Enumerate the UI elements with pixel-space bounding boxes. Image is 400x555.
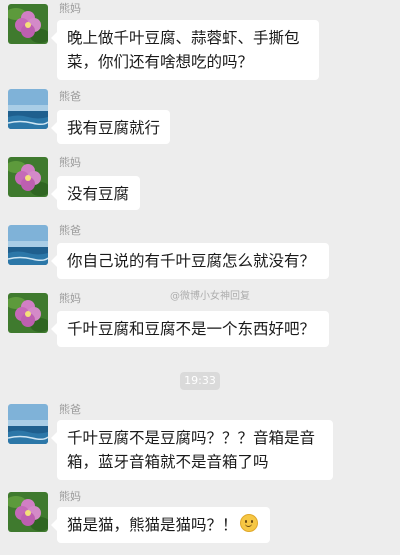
sender-name: 熊妈 [59,156,81,169]
chat-window: 熊妈 晚上做千叶豆腐、蒜蓉虾、手撕包菜，你们还有啥想吃的吗？ 熊爸 我有豆腐就行 [0,0,400,555]
sea-avatar[interactable] [8,89,48,129]
watermark: @微博小女神回复 [170,291,250,302]
sender-name: 熊妈 [59,292,81,305]
message-bubble[interactable]: 千叶豆腐和豆腐不是一个东西好吧？ [51,311,329,347]
sender-name: 熊妈 [59,2,81,15]
message-bubble[interactable]: 我有豆腐就行 [51,110,170,144]
message-bubble[interactable]: 晚上做千叶豆腐、蒜蓉虾、手撕包菜，你们还有啥想吃的吗？ [51,20,319,80]
message-bubble[interactable]: 猫是猫，熊猫是猫吗？！ [51,507,270,543]
message-bubble[interactable]: 没有豆腐 [51,176,140,210]
sea-avatar[interactable] [8,404,48,444]
timestamp: 19:33 [180,372,220,390]
message-text: 猫是猫，熊猫是猫吗？！ [67,516,238,534]
message-bubble[interactable]: 你自己说的有千叶豆腐怎么就没有？ [51,243,329,279]
sender-name: 熊爸 [59,403,81,416]
sender-name: 熊爸 [59,90,81,103]
smile-emoji-icon [239,514,258,532]
sender-name: 熊爸 [59,224,81,237]
flower-avatar[interactable] [8,4,48,44]
flower-avatar[interactable] [8,492,48,532]
flower-avatar[interactable] [8,157,48,197]
sender-name: 熊妈 [59,490,81,503]
flower-avatar[interactable] [8,293,48,333]
sea-avatar[interactable] [8,225,48,265]
message-bubble[interactable]: 千叶豆腐不是豆腐吗？？？音箱是音箱，蓝牙音箱就不是音箱了吗 [51,420,333,480]
